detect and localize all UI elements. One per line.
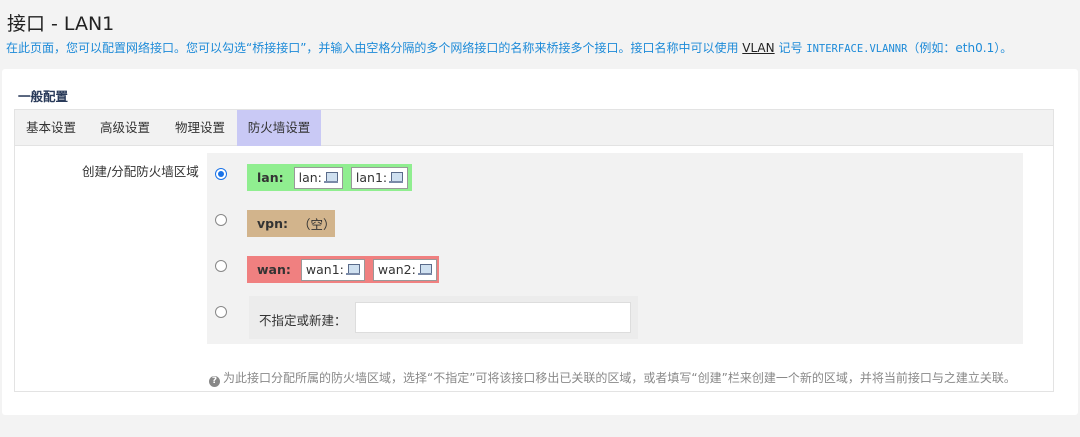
zone-wan: wan: wan1: wan2:	[247, 256, 439, 283]
interface-chip-wan2: wan2:	[372, 258, 437, 281]
zone-radio-wan[interactable]	[215, 260, 227, 272]
zone-name-wan: wan:	[257, 262, 291, 277]
zone-name-vpn: vpn:	[257, 216, 288, 231]
firewall-zone-label: 创建/分配防火墙区域	[82, 164, 199, 179]
config-card: 一般配置 基本设置 高级设置 物理设置 防火墙设置 创建/分配防火墙区域 lan…	[2, 69, 1078, 415]
chip-label: lan:	[298, 170, 322, 185]
zone-radio-vpn[interactable]	[215, 214, 227, 226]
section-title: 一般配置	[18, 89, 69, 104]
new-zone-label: 不指定或新建：	[259, 313, 347, 328]
tab-physical[interactable]: 物理设置	[163, 110, 237, 146]
chip-label: wan1:	[305, 262, 344, 277]
chip-label: lan1:	[355, 170, 388, 185]
zone-name-lan: lan:	[257, 170, 284, 185]
description-code: INTERFACE.VLANNR	[806, 43, 908, 55]
help-text: 为此接口分配所属的防火墙区域，选择“不指定”可将该接口移出已关联的区域，或者填写…	[223, 371, 1016, 385]
interface-chip-lan1: lan1:	[350, 166, 409, 189]
network-interface-icon	[345, 263, 360, 277]
tab-advanced[interactable]: 高级设置	[87, 110, 163, 146]
vlan-link[interactable]: VLAN	[742, 41, 774, 55]
interface-chip-wan1: wan1:	[300, 258, 365, 281]
tab-bar: 基本设置 高级设置 物理设置 防火墙设置	[14, 109, 1054, 146]
description-suffix: （例如：eth0.1）。	[907, 41, 1013, 55]
zone-radio-lan[interactable]	[215, 168, 227, 180]
new-zone-input[interactable]	[355, 302, 631, 333]
tab-basic[interactable]: 基本设置	[15, 110, 87, 146]
interface-chip-lan: lan:	[293, 166, 343, 189]
question-circle-icon: ?	[209, 376, 220, 387]
new-zone-row: 不指定或新建：	[249, 296, 638, 339]
network-interface-icon	[389, 171, 404, 185]
zone-vpn: vpn: （空）	[247, 210, 336, 237]
chip-label: wan2:	[377, 262, 416, 277]
page-description: 在此页面，您可以配置网络接口。您可以勾选“桥接接口”，并输入由空格分隔的多个网络…	[6, 39, 1012, 56]
zone-empty-text: （空）	[298, 217, 336, 232]
zone-radio-new[interactable]	[215, 306, 227, 318]
description-prefix: 在此页面，您可以配置网络接口。您可以勾选“桥接接口”，并输入由空格分隔的多个网络…	[6, 41, 743, 55]
page-title: 接口 - LAN1	[7, 13, 115, 35]
zone-lan: lan: lan: lan1:	[247, 164, 412, 191]
network-interface-icon	[417, 263, 432, 277]
description-mid: 记号	[774, 41, 807, 55]
tab-firewall[interactable]: 防火墙设置	[237, 110, 321, 146]
help-text-row: ? 为此接口分配所属的防火墙区域，选择“不指定”可将该接口移出已关联的区域，或者填…	[209, 369, 1016, 387]
network-interface-icon	[323, 171, 338, 185]
